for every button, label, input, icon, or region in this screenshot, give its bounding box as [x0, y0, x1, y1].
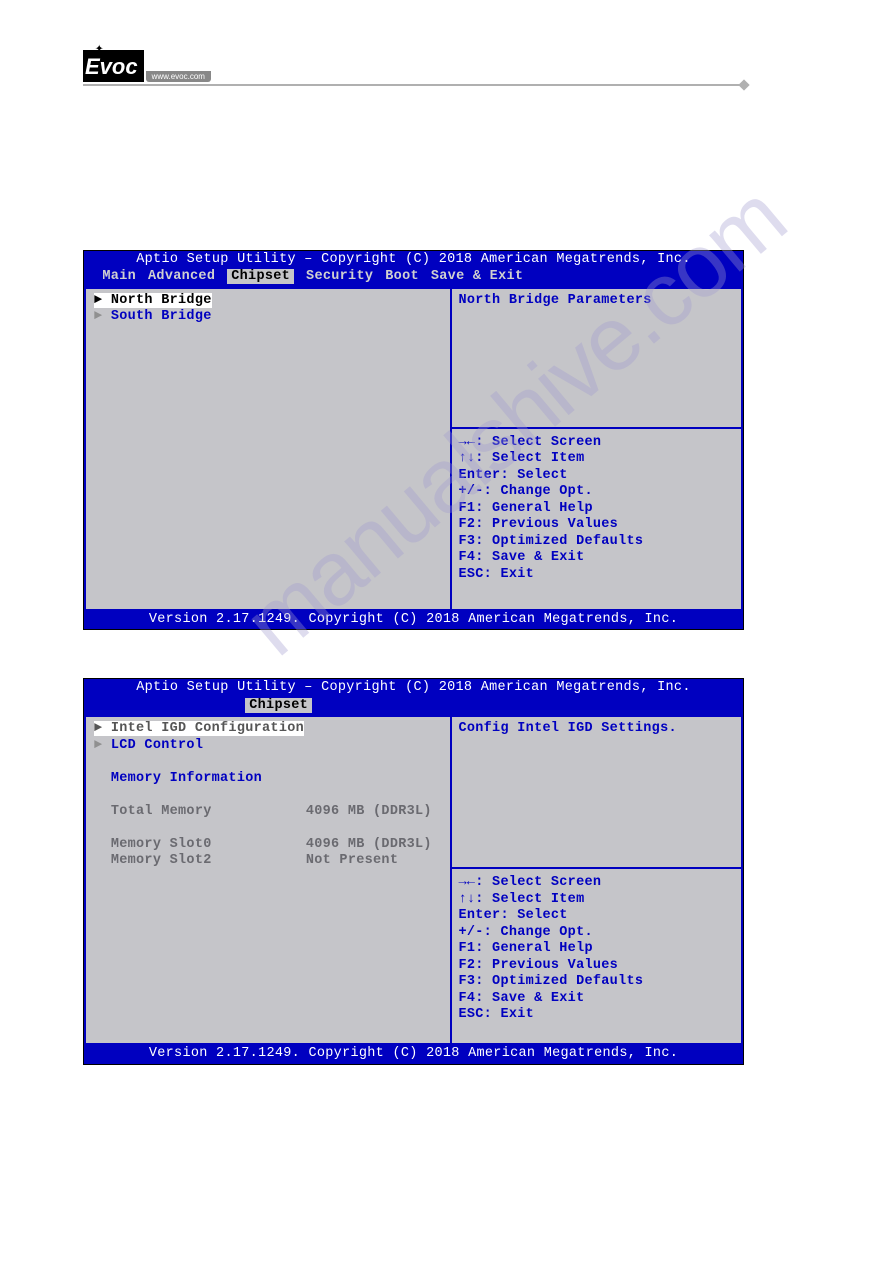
- row-total-memory: Total Memory4096 MB (DDR3L): [94, 804, 442, 820]
- bios-footer: Version 2.17.1249. Copyright (C) 2018 Am…: [84, 611, 743, 629]
- help-f1: F1: General Help: [458, 501, 735, 517]
- help-f2: F2: Previous Values: [458, 517, 735, 533]
- tab-chipset[interactable]: Chipset: [227, 269, 294, 284]
- memory-info-heading: Memory Information: [94, 771, 442, 787]
- help-f3: F3: Optimized Defaults: [458, 534, 735, 550]
- help-enter: Enter: Select: [458, 908, 735, 924]
- bios-screenshot-1: Aptio Setup Utility – Copyright (C) 2018…: [83, 250, 744, 630]
- tab-security[interactable]: Security: [306, 269, 373, 284]
- help-f2: F2: Previous Values: [458, 958, 735, 974]
- bios-left-pane: ► North Bridge ► South Bridge: [84, 287, 450, 611]
- tab-save-exit[interactable]: Save & Exit: [431, 269, 523, 284]
- help-change-opt: +/-: Change Opt.: [458, 925, 735, 941]
- help-esc: ESC: Exit: [458, 1007, 735, 1023]
- logo-url: www.evoc.com: [146, 71, 211, 82]
- menu-item-intel-igd[interactable]: ► Intel IGD Configuration: [94, 721, 304, 736]
- help-enter: Enter: Select: [458, 468, 735, 484]
- help-keys: →←: Select Screen ↑↓: Select Item Enter:…: [458, 875, 735, 1023]
- help-select-item: ↑↓: Select Item: [458, 451, 735, 467]
- help-f3: F3: Optimized Defaults: [458, 974, 735, 990]
- bios-menu-bar: Chipset: [84, 698, 743, 715]
- help-divider: [452, 427, 741, 429]
- menu-item-south-bridge[interactable]: ► South Bridge: [94, 309, 442, 325]
- help-keys: →←: Select Screen ↑↓: Select Item Enter:…: [458, 435, 735, 583]
- help-f4: F4: Save & Exit: [458, 550, 735, 566]
- bios-menu-bar: Main Advanced Chipset Security Boot Save & Ex…: [84, 269, 743, 286]
- bios-footer: Version 2.17.1249. Copyright (C) 2018 Am…: [84, 1045, 743, 1063]
- row-memory-slot0: Memory Slot04096 MB (DDR3L): [94, 837, 442, 853]
- header-logo: ✦ Evoc www.evoc.com: [83, 50, 744, 82]
- bios-title: Aptio Setup Utility – Copyright (C) 2018…: [84, 679, 743, 697]
- bios-title: Aptio Setup Utility – Copyright (C) 2018…: [84, 251, 743, 269]
- help-change-opt: +/-: Change Opt.: [458, 484, 735, 500]
- help-select-item: ↑↓: Select Item: [458, 892, 735, 908]
- menu-item-lcd-control[interactable]: ► LCD Control: [94, 738, 442, 754]
- help-description: North Bridge Parameters: [458, 293, 735, 423]
- menu-item-north-bridge[interactable]: ► North Bridge: [94, 293, 212, 308]
- bios-screenshot-2: Aptio Setup Utility – Copyright (C) 2018…: [83, 678, 744, 1064]
- tab-main[interactable]: Main: [102, 269, 136, 284]
- help-f4: F4: Save & Exit: [458, 991, 735, 1007]
- help-divider: [452, 867, 741, 869]
- help-f1: F1: General Help: [458, 941, 735, 957]
- help-description: Config Intel IGD Settings.: [458, 721, 735, 863]
- help-select-screen: →←: Select Screen: [458, 435, 735, 451]
- row-memory-slot2: Memory Slot2Not Present: [94, 853, 442, 869]
- logo-text: Evoc: [83, 50, 144, 82]
- help-select-screen: →←: Select Screen: [458, 875, 735, 891]
- tab-chipset[interactable]: Chipset: [245, 698, 312, 713]
- tab-boot[interactable]: Boot: [385, 269, 419, 284]
- tab-advanced[interactable]: Advanced: [148, 269, 215, 284]
- header-divider: [83, 84, 744, 86]
- bios-right-pane: Config Intel IGD Settings. →←: Select Sc…: [450, 715, 743, 1045]
- help-esc: ESC: Exit: [458, 567, 735, 583]
- bios-left-pane: ► Intel IGD Configuration ► LCD Control …: [84, 715, 450, 1045]
- bios-right-pane: North Bridge Parameters →←: Select Scree…: [450, 287, 743, 611]
- page-container: ✦ Evoc www.evoc.com Aptio Setup Utility …: [83, 50, 744, 1065]
